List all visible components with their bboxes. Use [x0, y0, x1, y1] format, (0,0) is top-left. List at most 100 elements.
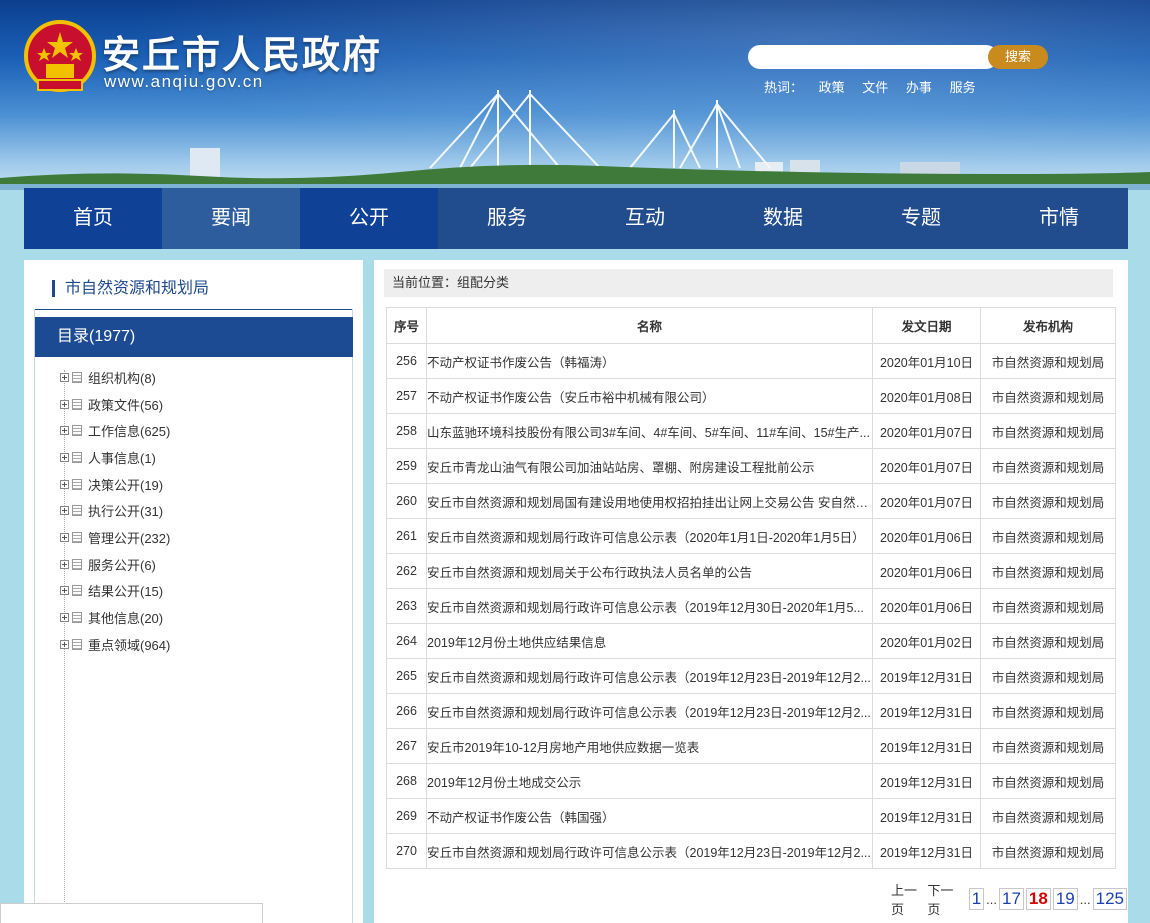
expand-icon[interactable]: [60, 639, 69, 649]
row-number: 269: [386, 798, 427, 834]
sidebar-divider: [34, 309, 353, 310]
site-title[interactable]: 安丘市人民政府: [102, 24, 382, 79]
nav-item-home[interactable]: 首页: [24, 188, 162, 249]
city-skyline-image: [0, 90, 1150, 190]
column-header-no: 序号: [386, 307, 427, 344]
row-title-link[interactable]: 2019年12月份土地成交公示: [426, 763, 873, 799]
row-organization: 市自然资源和规划局: [980, 518, 1116, 554]
expand-icon[interactable]: [60, 399, 69, 409]
row-title-link[interactable]: 不动产权证书作废公告（韩国强）: [426, 798, 873, 834]
row-number: 265: [386, 658, 427, 694]
document-table: 序号 名称 发文日期 发布机构 256 不动产权证书作废公告（韩福涛） 2020年0…: [386, 307, 1116, 869]
row-title-link[interactable]: 安丘市自然资源和规划局国有建设用地使用权招拍挂出让网上交易公告 安自然资...: [426, 483, 873, 519]
tree-item-label: 服务公开(6): [88, 557, 156, 573]
nav-item-interaction[interactable]: 互动: [576, 188, 714, 249]
row-title-link[interactable]: 安丘市自然资源和规划局关于公布行政执法人员名单的公告: [426, 553, 873, 589]
row-date: 2019年12月31日: [872, 798, 981, 834]
document-icon: [72, 531, 82, 543]
tree-item-label: 决策公开(19): [88, 477, 164, 493]
breadcrumb: 当前位置：组配分类: [384, 269, 1113, 297]
search-input[interactable]: [748, 45, 998, 69]
row-organization: 市自然资源和规划局: [980, 623, 1116, 659]
expand-icon[interactable]: [60, 559, 69, 569]
sidebar-title: 市自然资源和规划局: [52, 280, 209, 297]
catalog-header[interactable]: 目录(1977): [35, 317, 353, 357]
table-header-row: 序号 名称 发文日期 发布机构: [386, 307, 1116, 344]
row-title-link[interactable]: 安丘市2019年10-12月房地产用地供应数据一览表: [426, 728, 873, 764]
document-icon: [72, 638, 82, 650]
page-link-last[interactable]: 125: [1092, 888, 1127, 910]
tree-item[interactable]: 人事信息(1): [60, 444, 170, 471]
tree-item[interactable]: 其他信息(20): [60, 604, 170, 631]
nav-item-topics[interactable]: 专题: [852, 188, 990, 249]
document-icon: [72, 585, 82, 597]
row-date: 2020年01月07日: [872, 483, 981, 519]
row-title-link[interactable]: 安丘市自然资源和规划局行政许可信息公示表（2019年12月23日-2019年12…: [426, 693, 873, 729]
nav-item-services[interactable]: 服务: [438, 188, 576, 249]
document-icon: [72, 398, 82, 410]
expand-icon[interactable]: [60, 532, 69, 542]
page-link-current: 18: [1025, 888, 1051, 910]
hot-words: 热词： 政策 文件 办事 服务: [764, 77, 990, 96]
expand-icon[interactable]: [60, 426, 69, 436]
row-date: 2020年01月06日: [872, 588, 981, 624]
row-title-link[interactable]: 不动产权证书作废公告（韩福涛）: [426, 343, 873, 379]
next-page-link[interactable]: 下一页: [927, 880, 963, 918]
nav-item-news[interactable]: 要闻: [162, 188, 300, 249]
document-icon: [72, 558, 82, 570]
tree-item[interactable]: 执行公开(31): [60, 497, 170, 524]
table-row: 261 安丘市自然资源和规划局行政许可信息公示表（2020年1月1日-2020年1…: [386, 518, 1116, 554]
hot-word-link[interactable]: 办事: [906, 80, 932, 95]
row-title-link[interactable]: 不动产权证书作废公告（安丘市裕中机械有限公司）: [426, 378, 873, 414]
row-number: 266: [386, 693, 427, 729]
nav-item-data[interactable]: 数据: [714, 188, 852, 249]
catalog-tree: 组织机构(8) 政策文件(56) 工作信息(625) 人事信息(1) 决策公开(…: [60, 364, 170, 658]
table-row: 257 不动产权证书作废公告（安丘市裕中机械有限公司） 2020年01月08日 市自然…: [386, 378, 1116, 414]
row-title-link[interactable]: 安丘市自然资源和规划局行政许可信息公示表（2019年12月30日-2020年1月…: [426, 588, 873, 624]
page-link-first[interactable]: 1: [968, 888, 985, 910]
expand-icon[interactable]: [60, 372, 69, 382]
row-number: 268: [386, 763, 427, 799]
document-icon: [72, 478, 82, 490]
hot-word-link[interactable]: 文件: [862, 80, 888, 95]
row-title-link[interactable]: 安丘市青龙山油气有限公司加油站站房、罩棚、附房建设工程批前公示: [426, 448, 873, 484]
tree-item[interactable]: 工作信息(625): [60, 417, 170, 444]
tree-item[interactable]: 重点领域(964): [60, 631, 170, 658]
row-number: 264: [386, 623, 427, 659]
document-icon: [72, 425, 82, 437]
expand-icon[interactable]: [60, 479, 69, 489]
tree-item[interactable]: 政策文件(56): [60, 391, 170, 418]
tree-item[interactable]: 结果公开(15): [60, 578, 170, 605]
tree-item-label: 重点领域(964): [88, 637, 171, 653]
hot-word-link[interactable]: 政策: [819, 80, 845, 95]
tree-item[interactable]: 服务公开(6): [60, 551, 170, 578]
row-number: 261: [386, 518, 427, 554]
tree-item[interactable]: 管理公开(232): [60, 524, 170, 551]
tree-item-label: 执行公开(31): [88, 504, 164, 520]
row-organization: 市自然资源和规划局: [980, 553, 1116, 589]
row-number: 270: [386, 833, 427, 869]
row-title-link[interactable]: 安丘市自然资源和规划局行政许可信息公示表（2020年1月1日-2020年1月5日…: [426, 518, 873, 554]
hot-word-link[interactable]: 服务: [950, 80, 976, 95]
tree-item[interactable]: 决策公开(19): [60, 471, 170, 498]
row-organization: 市自然资源和规划局: [980, 588, 1116, 624]
row-date: 2019年12月31日: [872, 763, 981, 799]
row-title-link[interactable]: 山东蓝驰环境科技股份有限公司3#车间、4#车间、5#车间、11#车间、15#生产…: [426, 413, 873, 449]
expand-icon[interactable]: [60, 506, 69, 516]
row-title-link[interactable]: 安丘市自然资源和规划局行政许可信息公示表（2019年12月23日-2019年12…: [426, 833, 873, 869]
row-title-link[interactable]: 2019年12月份土地供应结果信息: [426, 623, 873, 659]
tree-item-label: 组织机构(8): [88, 370, 156, 386]
page-link[interactable]: 17: [999, 888, 1024, 910]
row-title-link[interactable]: 安丘市自然资源和规划局行政许可信息公示表（2019年12月23日-2019年12…: [426, 658, 873, 694]
row-date: 2020年01月08日: [872, 378, 981, 414]
expand-icon[interactable]: [60, 452, 69, 462]
expand-icon[interactable]: [60, 586, 69, 596]
prev-page-link[interactable]: 上一页: [891, 880, 927, 918]
tree-item[interactable]: 组织机构(8): [60, 364, 170, 391]
expand-icon[interactable]: [60, 613, 69, 623]
main-nav: 首页 要闻 公开 服务 互动 数据 专题 市情: [24, 188, 1128, 249]
page-link[interactable]: 19: [1052, 888, 1078, 910]
search-button[interactable]: 搜索: [988, 45, 1048, 69]
nav-item-open[interactable]: 公开: [300, 188, 438, 249]
nav-item-city-info[interactable]: 市情: [990, 188, 1128, 249]
